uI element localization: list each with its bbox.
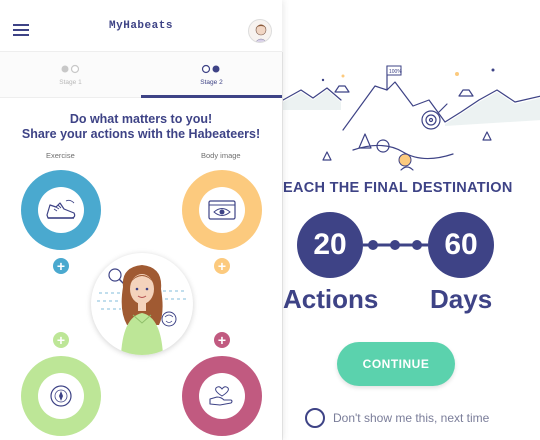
add-exercise-button[interactable]: + (53, 258, 69, 274)
share-actions-screen: MyHabeats Stage 1 Stage 2 Do what matter… (0, 0, 282, 440)
hand-heart-icon (209, 386, 233, 406)
mountain-summit-flag-icon: 100% (283, 65, 540, 171)
days-count-circle: 60 (428, 212, 494, 278)
bottom-right-category-button[interactable] (182, 356, 262, 436)
headline: Do what matters to you! Share your actio… (0, 112, 282, 142)
stage-2-progress-icon (201, 64, 220, 74)
flag-text: 100% (389, 69, 402, 75)
headline-line-2: Share your actions with the Habeateers! (21, 127, 261, 141)
bottom-left-category-button[interactable] (21, 356, 101, 436)
app-title: MyHabeats (109, 19, 173, 32)
dont-show-again-option[interactable]: Don't show me this, next time (305, 408, 489, 428)
sneaker-icon (46, 199, 76, 219)
days-label: Days (430, 284, 493, 314)
actions-count-circle: 20 (297, 212, 363, 278)
stage-2-label: Stage 2 (200, 79, 223, 86)
exercise-category-button[interactable] (21, 170, 101, 250)
dont-show-radio[interactable] (305, 408, 325, 428)
center-portrait-avatar (91, 253, 193, 355)
exercise-label: Exercise (46, 151, 75, 160)
add-bottom-left-button[interactable]: + (53, 332, 69, 348)
app-header: MyHabeats (0, 0, 282, 52)
dont-show-label: Don't show me this, next time (333, 411, 490, 425)
stage-tabs: Stage 1 Stage 2 (0, 52, 282, 98)
actions-count: 20 (313, 228, 347, 261)
body-image-label: Body image (201, 151, 241, 160)
tab-stage-1[interactable]: Stage 1 (0, 52, 141, 98)
days-count: 60 (444, 228, 478, 261)
add-body-image-button[interactable]: + (214, 258, 230, 274)
girl-portrait-icon (97, 265, 187, 355)
goal-screen: 100% EACH THE FINAL DESTINATION 20 60 Ac… (282, 52, 540, 440)
add-bottom-right-button[interactable]: + (214, 332, 230, 348)
actions-label: Actions (283, 284, 379, 314)
destination-title: EACH THE FINAL DESTINATION (283, 180, 513, 196)
tab-stage-2[interactable]: Stage 2 (141, 52, 282, 98)
compass-icon (50, 385, 72, 407)
stage-1-progress-icon (61, 64, 80, 74)
chain-connector-icon (363, 240, 428, 250)
headline-line-1: Do what matters to you! (69, 112, 213, 126)
continue-button[interactable]: CONTINUE (337, 342, 455, 386)
user-avatar-icon[interactable] (248, 19, 272, 43)
stage-1-label: Stage 1 (59, 79, 82, 86)
body-image-category-button[interactable] (182, 170, 262, 250)
eye-screen-icon (208, 200, 236, 220)
